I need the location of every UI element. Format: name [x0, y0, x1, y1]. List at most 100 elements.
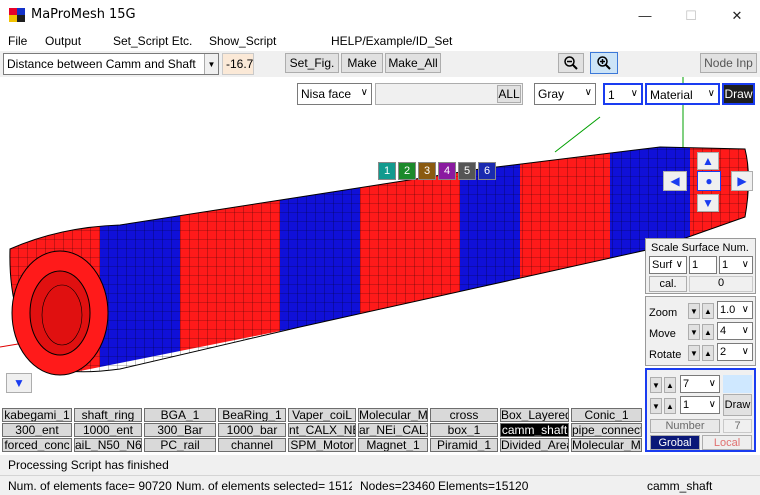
number-value: 7: [723, 419, 752, 433]
maximize-button[interactable]: ☐: [668, 0, 714, 31]
model-cell[interactable]: Vaper_coiL: [288, 408, 356, 422]
calc-button[interactable]: cal.: [649, 276, 687, 292]
status-bar: Num. of elements face= 90720 Num. of ele…: [0, 475, 760, 495]
selected-count: Num. of elements selected= 15120: [176, 479, 352, 493]
face-type-select[interactable]: Nisa face ∨: [297, 83, 372, 105]
menu-show-script[interactable]: Show_Script: [209, 34, 276, 48]
minimize-button[interactable]: —: [622, 0, 668, 31]
zoom-decrease-button[interactable]: ▼: [688, 303, 700, 319]
model-cell[interactable]: BGA_1: [144, 408, 216, 422]
zoom-in-button[interactable]: [590, 52, 618, 74]
title-bar: MaProMesh 15G — ☐ ✕: [0, 0, 760, 31]
color-button-3[interactable]: 3: [418, 162, 436, 180]
element-count: Elements=15120: [438, 479, 529, 493]
model-cell[interactable]: box_1: [430, 423, 498, 437]
model-cell[interactable]: Box_Layered: [500, 408, 569, 422]
color-button-5[interactable]: 5: [458, 162, 476, 180]
color-button-2[interactable]: 2: [398, 162, 416, 180]
num-b-select[interactable]: 1 ∨: [680, 396, 720, 414]
center-view-button[interactable]: ●: [697, 171, 721, 191]
expand-panel-button[interactable]: ▼: [6, 373, 32, 393]
model-cell[interactable]: 1000_bar: [218, 423, 286, 437]
chevron-down-icon: ∨: [707, 88, 715, 99]
color-button-6[interactable]: 6: [478, 162, 496, 180]
chevron-down-icon: ∨: [630, 88, 638, 99]
model-cell[interactable]: PC_rail: [144, 438, 216, 452]
shade-select[interactable]: Gray ∨: [534, 83, 596, 105]
local-button[interactable]: Local: [702, 435, 752, 450]
model-cell[interactable]: aiL_N50_N6: [74, 438, 142, 452]
model-cell[interactable]: Divided_Area: [500, 438, 569, 452]
close-button[interactable]: ✕: [714, 0, 760, 31]
model-cell[interactable]: SPM_Motor: [288, 438, 356, 452]
chevron-down-icon: ∨: [584, 87, 592, 98]
mode-select[interactable]: Material ∨: [645, 83, 720, 105]
pan-left-button[interactable]: ◀: [663, 171, 687, 191]
move-step-select[interactable]: 4 ∨: [717, 322, 753, 340]
model-cell[interactable]: 1000_ent: [74, 423, 142, 437]
draw-button[interactable]: Draw: [722, 83, 755, 105]
model-cell[interactable]: Molecular_Mode: [571, 438, 642, 452]
menu-output[interactable]: Output: [45, 34, 81, 48]
model-cell[interactable]: 300_ent: [2, 423, 72, 437]
pan-down-button[interactable]: ▼: [697, 194, 719, 212]
zoom-increase-button[interactable]: ▲: [702, 303, 714, 319]
rotate-increase-button[interactable]: ▲: [702, 345, 714, 361]
chevron-down-icon: ∨: [741, 346, 749, 357]
menu-set-script[interactable]: Set_Script Etc.: [113, 34, 192, 48]
model-grid: kabegami_1 shaft_ring BGA_1 BeaRing_1 Vaper_…: [0, 405, 645, 453]
scale-value-input[interactable]: 1: [689, 256, 717, 274]
rotate-decrease-button[interactable]: ▼: [688, 345, 700, 361]
num-b-decrease-button[interactable]: ▼: [650, 398, 662, 414]
node-input-button[interactable]: Node Inp: [700, 53, 757, 73]
number-button[interactable]: Number: [650, 419, 720, 433]
rotate-step-value: 2: [720, 346, 727, 358]
zoom-out-button[interactable]: [558, 53, 584, 73]
menu-help[interactable]: HELP/Example/ID_Set: [331, 34, 452, 48]
model-cell[interactable]: Conic_1: [571, 408, 642, 422]
global-button[interactable]: Grobal: [650, 435, 700, 450]
num-a-decrease-button[interactable]: ▼: [650, 377, 662, 393]
app-logo-icon: [9, 8, 25, 22]
zoom-step-select[interactable]: 1.0 ∨: [717, 301, 753, 319]
num-b-increase-button[interactable]: ▲: [664, 398, 676, 414]
chevron-down-icon: ∨: [741, 304, 749, 315]
model-cell[interactable]: BeaRing_1: [218, 408, 286, 422]
scale-surface-panel: Scale Surface Num. Surf ∨ 1 1 ∨ cal. 0: [645, 238, 756, 294]
color-button-1[interactable]: 1: [378, 162, 396, 180]
distance-combo[interactable]: Distance between Camm and Shaft ▼: [3, 53, 219, 75]
mode-select-value: Material: [650, 88, 693, 102]
model-cell[interactable]: pipe_connect: [571, 423, 642, 437]
model-cell[interactable]: nt_CALX_NE: [288, 423, 356, 437]
model-cell[interactable]: shaft_ring: [74, 408, 142, 422]
number-draw-button[interactable]: Draw: [723, 394, 752, 416]
rotate-step-select[interactable]: 2 ∨: [717, 343, 753, 361]
distance-value[interactable]: -16.7: [222, 53, 254, 75]
set-fig-button[interactable]: Set_Fig.: [285, 53, 339, 73]
model-cell[interactable]: 300_Bar: [144, 423, 216, 437]
pan-right-button[interactable]: ▶: [731, 171, 753, 191]
menu-file[interactable]: File: [8, 34, 27, 48]
surface-type-select[interactable]: Surf ∨: [649, 256, 687, 274]
make-all-button[interactable]: Make_All: [385, 53, 441, 73]
model-cell[interactable]: kabegami_1: [2, 408, 72, 422]
model-cell[interactable]: ar_NEi_CALX: [358, 423, 428, 437]
model-cell[interactable]: camm_shaft: [500, 423, 569, 437]
chevron-down-icon[interactable]: ▼: [204, 54, 218, 74]
move-increase-button[interactable]: ▲: [702, 324, 714, 340]
model-cell[interactable]: Molecular_Mod: [358, 408, 428, 422]
model-cell[interactable]: forced_conc: [2, 438, 72, 452]
model-cell[interactable]: cross: [430, 408, 498, 422]
all-colors-button[interactable]: ALL: [497, 85, 521, 103]
model-cell[interactable]: Magnet_1: [358, 438, 428, 452]
id-select[interactable]: 1 ∨: [603, 83, 643, 105]
num-a-increase-button[interactable]: ▲: [664, 377, 676, 393]
color-button-4[interactable]: 4: [438, 162, 456, 180]
move-decrease-button[interactable]: ▼: [688, 324, 700, 340]
model-cell[interactable]: channel: [218, 438, 286, 452]
pan-up-button[interactable]: ▲: [697, 152, 719, 170]
make-button[interactable]: Make: [341, 53, 383, 73]
surface-num-select[interactable]: 1 ∨: [719, 256, 753, 274]
num-a-select[interactable]: 7 ∨: [680, 375, 720, 393]
model-cell[interactable]: Piramid_1: [430, 438, 498, 452]
